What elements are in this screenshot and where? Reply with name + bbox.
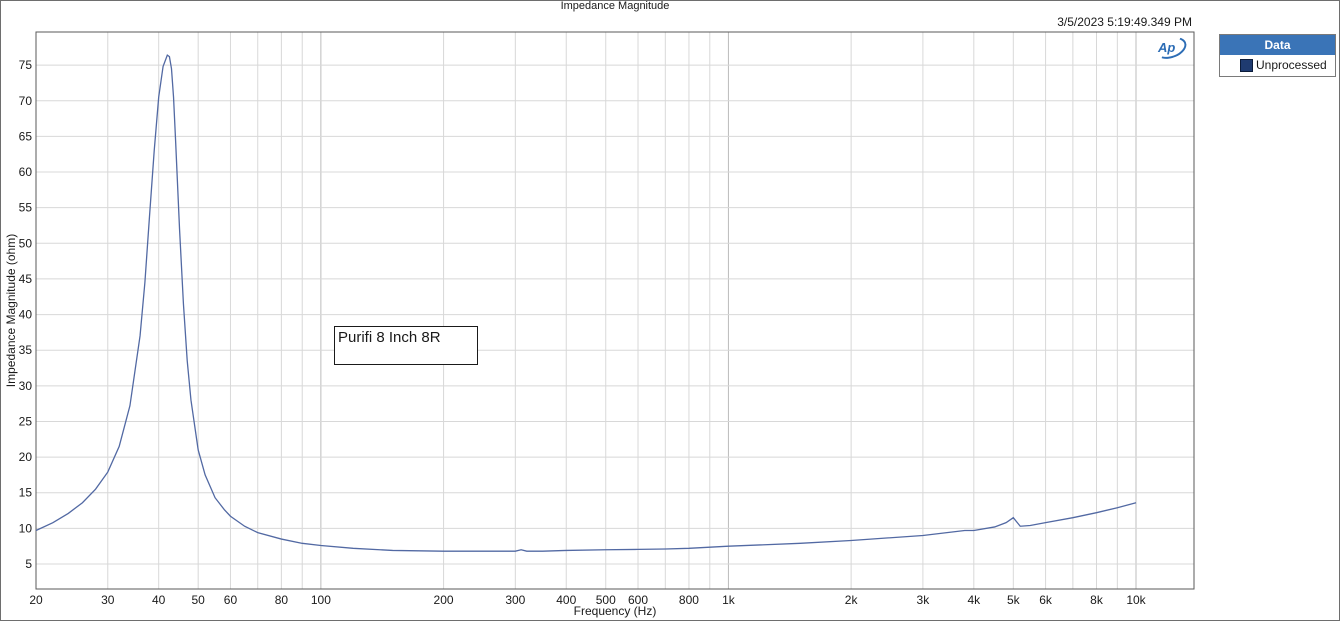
- y-tick-label: 35: [19, 343, 33, 357]
- x-tick-label: 80: [275, 593, 289, 607]
- legend-item-unprocessed[interactable]: Unprocessed: [1220, 55, 1335, 75]
- x-tick-label: 800: [679, 593, 699, 607]
- series-line-unprocessed: [35, 54, 1137, 552]
- y-tick-label: 55: [19, 201, 33, 215]
- y-tick-label: 40: [19, 308, 33, 322]
- x-tick-label: 5k: [1007, 593, 1021, 607]
- legend: Data Unprocessed: [1219, 34, 1336, 77]
- x-tick-label: 200: [434, 593, 454, 607]
- y-tick-label: 20: [19, 450, 33, 464]
- y-tick-label: 45: [19, 272, 33, 286]
- y-tick-label: 15: [19, 486, 33, 500]
- y-axis-label: Impedance Magnitude (ohm): [4, 234, 18, 387]
- x-tick-label: 60: [224, 593, 238, 607]
- x-axis-label: Frequency (Hz): [574, 604, 657, 618]
- y-tick-label: 50: [19, 236, 33, 250]
- x-tick-label: 1k: [722, 593, 736, 607]
- x-tick-label: 20: [29, 593, 43, 607]
- x-tick-label: 100: [311, 593, 331, 607]
- legend-title: Data: [1220, 35, 1335, 55]
- x-tick-label: 4k: [967, 593, 981, 607]
- y-tick-label: 10: [19, 521, 33, 535]
- legend-label: Unprocessed: [1256, 58, 1327, 72]
- annotation-text: Purifi 8 Inch 8R: [338, 329, 441, 346]
- impedance-chart: 20 30 40 50 60 80 100 200 300 400 500 600 800 1k 2k 3k 4…: [4, 31, 1195, 618]
- y-tick-label: 25: [19, 414, 33, 428]
- y-tick-label: 5: [25, 557, 32, 571]
- y-tick-label: 30: [19, 379, 33, 393]
- plot-area: [35, 31, 1195, 590]
- x-tick-label: 40: [152, 593, 166, 607]
- grid-lines: [35, 32, 1194, 589]
- legend-swatch: [1240, 59, 1253, 72]
- y-axis-ticks: 5 10 15 20 25 30 35 40 45 50 55 60 65 70 75: [19, 58, 33, 571]
- x-tick-label: 3k: [917, 593, 931, 607]
- x-tick-label: 50: [192, 593, 206, 607]
- x-tick-label: 8k: [1090, 593, 1104, 607]
- y-tick-label: 75: [19, 58, 33, 72]
- x-tick-label: 30: [101, 593, 115, 607]
- y-tick-label: 65: [19, 129, 33, 143]
- x-tick-label: 300: [505, 593, 525, 607]
- y-tick-label: 60: [19, 165, 33, 179]
- y-tick-label: 70: [19, 94, 33, 108]
- x-tick-label: 2k: [845, 593, 859, 607]
- x-tick-label: 10k: [1126, 593, 1146, 607]
- x-tick-label: 6k: [1039, 593, 1053, 607]
- annotation-box: Purifi 8 Inch 8R: [334, 326, 478, 365]
